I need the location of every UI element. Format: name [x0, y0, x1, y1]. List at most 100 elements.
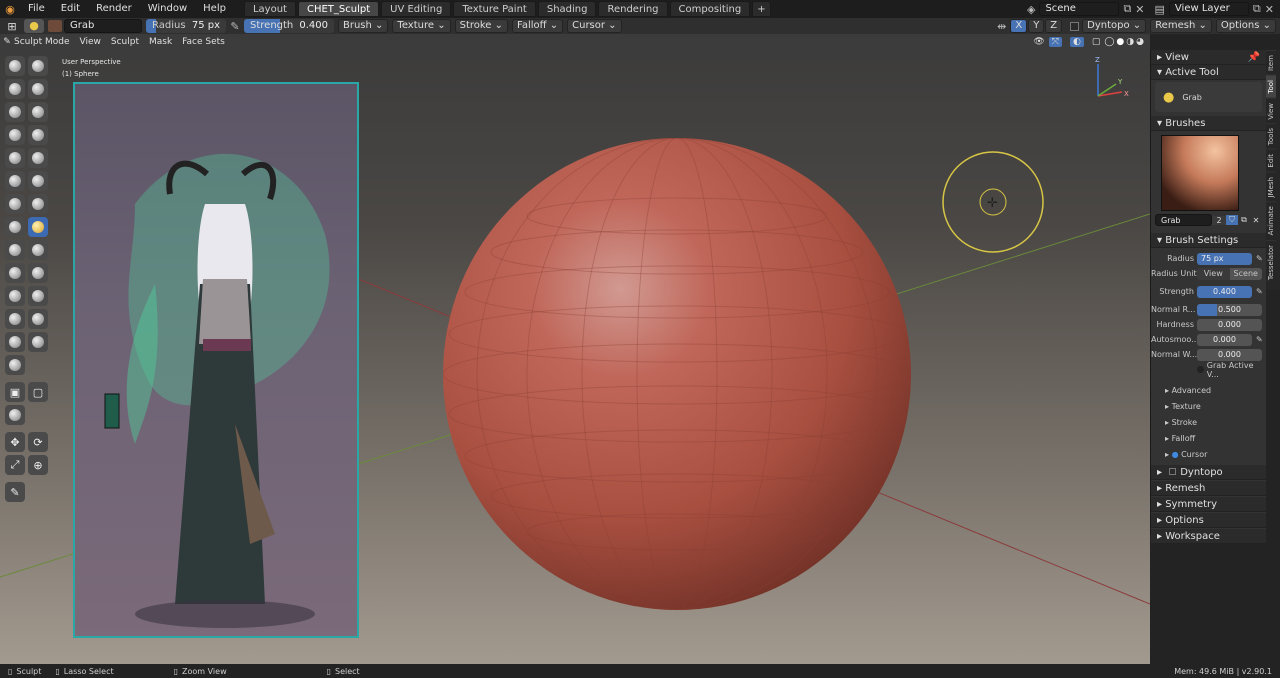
scene-field[interactable]: Scene — [1039, 2, 1120, 16]
texture-dropdown[interactable]: Texture ⌄ — [392, 19, 451, 33]
cursor-dropdown[interactable]: Cursor ⌄ — [567, 19, 622, 33]
clay-thumb-tool[interactable] — [5, 102, 25, 122]
gizmo-toggle-icon[interactable]: ⤧ — [1048, 37, 1062, 47]
delete-scene-icon[interactable]: ✕ — [1135, 3, 1144, 16]
radius-unit-view-button[interactable]: View — [1197, 267, 1230, 280]
shading-wire-icon[interactable]: ◯ — [1104, 37, 1114, 47]
section-symmetry[interactable]: ▸ Symmetry — [1151, 497, 1266, 512]
mask-tool[interactable] — [5, 355, 25, 375]
options-dropdown[interactable]: Options ⌄ — [1215, 19, 1276, 33]
brush-name-field[interactable]: Grab — [64, 19, 142, 33]
pressure-radius-icon[interactable]: ✎ — [228, 20, 242, 33]
overlay-toggle-icon[interactable]: ◐ — [1069, 37, 1084, 47]
axis-y-toggle[interactable]: Y — [1028, 19, 1045, 33]
duplicate-brush-icon[interactable]: ⧉ — [1238, 215, 1250, 225]
brush-dropdown[interactable]: Brush ⌄ — [338, 19, 389, 33]
pinch-tool[interactable] — [5, 217, 25, 237]
section-workspace[interactable]: ▸ Workspace — [1151, 529, 1266, 544]
brush-settings-header[interactable]: ▾ Brush Settings — [1151, 233, 1266, 248]
section-remesh[interactable]: ▸ Remesh — [1151, 481, 1266, 496]
tab-tesselator[interactable]: Tesselator — [1266, 239, 1276, 284]
brush-users-count[interactable]: 2 — [1212, 215, 1226, 225]
mesh-filter-tool[interactable] — [5, 405, 25, 425]
rotate-transform-tool[interactable]: ⟳ — [28, 432, 48, 452]
menu-sculpt[interactable]: Sculpt — [111, 37, 139, 47]
subpanel-stroke[interactable]: ▸ Stroke — [1151, 415, 1266, 431]
editor-type-icon[interactable]: ⊞ — [0, 20, 24, 33]
gizmo-z-label[interactable]: Z — [1095, 56, 1100, 64]
xray-icon[interactable]: ▢ — [1092, 37, 1101, 47]
pose-tool[interactable] — [28, 263, 48, 283]
dyntopo-checkbox[interactable] — [1070, 21, 1080, 31]
tab-item[interactable]: Item — [1266, 50, 1276, 75]
box-hide-tool[interactable]: ▢ — [28, 382, 48, 402]
radius-field[interactable]: Radius 75 px — [146, 19, 226, 33]
normal-radius-field[interactable]: 0.500 — [1197, 303, 1262, 316]
fake-user-icon[interactable]: ⛉ — [1226, 215, 1238, 225]
gizmo-x-label[interactable]: X — [1124, 90, 1129, 98]
view-panel-header[interactable]: ▸ View 📌 — [1151, 50, 1266, 65]
tab-tools[interactable]: Tools — [1266, 123, 1276, 150]
brushes-header[interactable]: ▾ Brushes — [1151, 116, 1266, 131]
subpanel-falloff[interactable]: ▸ Falloff — [1151, 431, 1266, 447]
cloth-tool[interactable] — [5, 332, 25, 352]
radius-pressure-icon[interactable]: ✎ — [1256, 254, 1266, 263]
annotate-tool[interactable]: ✎ — [5, 482, 25, 502]
smooth-tool[interactable] — [28, 148, 48, 168]
tab-tool[interactable]: Tool — [1266, 74, 1276, 98]
pin-icon[interactable]: 📌 — [1248, 50, 1260, 65]
tab-shading[interactable]: Shading — [537, 1, 597, 17]
slide-relax-tool[interactable] — [5, 309, 25, 329]
crease-tool[interactable] — [5, 148, 25, 168]
shading-solid-icon[interactable]: ● — [1116, 37, 1124, 47]
unlink-brush-icon[interactable]: ✕ — [1250, 216, 1262, 225]
blob-tool[interactable] — [28, 125, 48, 145]
menu-edit[interactable]: Edit — [53, 0, 88, 18]
new-scene-icon[interactable]: ⧉ — [1123, 2, 1131, 16]
normal-weight-field[interactable]: 0.000 — [1197, 348, 1262, 361]
tab-uv-editing[interactable]: UV Editing — [381, 1, 452, 17]
sphere-mesh[interactable] — [443, 138, 911, 610]
subpanel-texture[interactable]: ▸ Texture — [1151, 399, 1266, 415]
hardness-field[interactable]: 0.000 — [1197, 318, 1262, 331]
gizmo-y-label[interactable]: Y — [1117, 78, 1123, 86]
grab-active-row[interactable]: Grab Active V... — [1151, 361, 1266, 379]
strength-field[interactable]: Strength 0.400 — [244, 19, 334, 33]
boundary-tool[interactable] — [28, 309, 48, 329]
elastic-deform-tool[interactable] — [5, 240, 25, 260]
subpanel-cursor[interactable]: ▸ ● Cursor — [1151, 447, 1266, 463]
menu-help[interactable]: Help — [195, 0, 234, 18]
tab-view[interactable]: View — [1266, 97, 1276, 124]
falloff-dropdown[interactable]: Falloff ⌄ — [512, 19, 564, 33]
tab-rendering[interactable]: Rendering — [598, 1, 668, 17]
grab-tool-icon[interactable]: ● — [24, 19, 44, 33]
axis-x-toggle[interactable]: X — [1010, 19, 1028, 33]
clay-strips-tool[interactable] — [28, 79, 48, 99]
axis-z-toggle[interactable]: Z — [1045, 19, 1063, 33]
nudge-tool[interactable] — [5, 286, 25, 306]
snake-hook-tool[interactable] — [28, 240, 48, 260]
tab-edit[interactable]: Edit — [1266, 149, 1276, 172]
strength-setting-field[interactable]: 0.400 — [1197, 285, 1252, 298]
inflate-tool[interactable] — [5, 125, 25, 145]
tab-texture-paint[interactable]: Texture Paint — [453, 1, 536, 17]
autosmooth-field[interactable]: 0.000 — [1197, 333, 1252, 346]
layer-tool[interactable] — [28, 102, 48, 122]
active-tool-row[interactable]: ● Grab — [1155, 82, 1262, 112]
transform-tool[interactable]: ⊕ — [28, 455, 48, 475]
tab-layout[interactable]: Layout — [243, 1, 296, 17]
new-view-layer-icon[interactable]: ⧉ — [1253, 2, 1261, 16]
clay-tool[interactable] — [5, 79, 25, 99]
brush-color-icon[interactable] — [48, 20, 62, 32]
menu-render[interactable]: Render — [88, 0, 140, 18]
simplify-tool[interactable] — [28, 332, 48, 352]
section-options[interactable]: ▸ Options — [1151, 513, 1266, 528]
fill-tool[interactable] — [28, 171, 48, 191]
multiplane-scrape-tool[interactable] — [28, 194, 48, 214]
radius-setting-field[interactable]: 75 px — [1197, 252, 1252, 265]
stroke-dropdown[interactable]: Stroke ⌄ — [454, 19, 509, 33]
visibility-icon[interactable]: 👁 — [1033, 37, 1044, 47]
symmetry-icon[interactable]: ⇹ — [997, 20, 1006, 33]
tab-compositing[interactable]: Compositing — [669, 1, 751, 17]
menu-view[interactable]: View — [80, 37, 101, 47]
